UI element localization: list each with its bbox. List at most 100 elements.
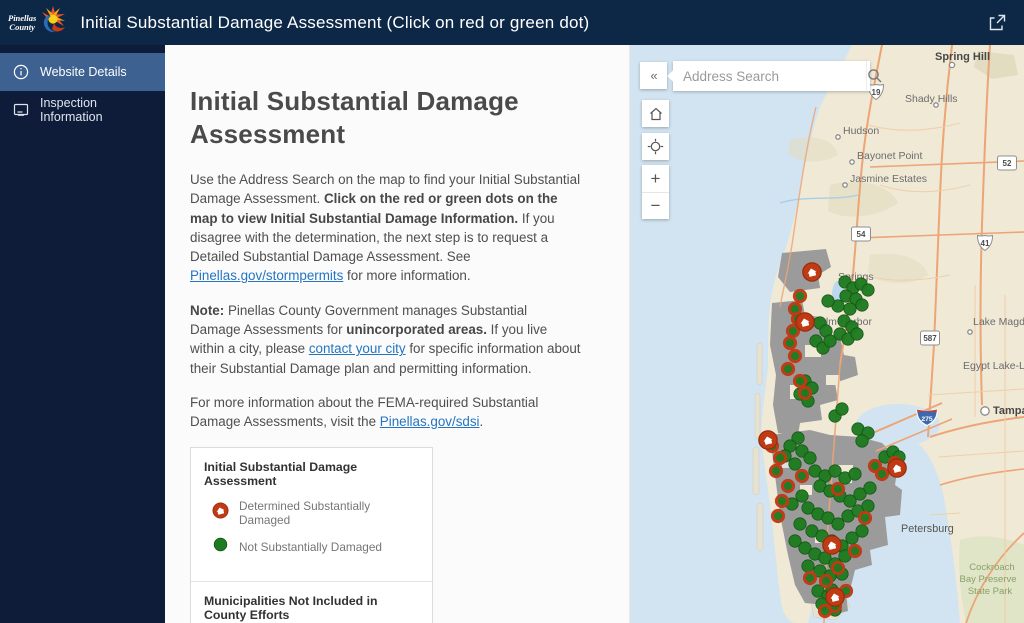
dot-determined-substantially-damaged[interactable]	[795, 312, 815, 332]
legend-section-title: Initial Substantial Damage Assessment	[204, 459, 358, 488]
map-label: Bayonet Point	[857, 150, 922, 162]
collapse-search-button[interactable]: «	[640, 62, 667, 89]
dot-not-substantially-damaged-ringed[interactable]	[797, 385, 813, 401]
route-shield-587: 587	[920, 330, 940, 346]
sidebar-item-label: Inspection Information	[40, 96, 103, 124]
page-title: Initial Substantial Damage Assessment (C…	[80, 12, 590, 32]
legend-section-title: Municipalities Not Included in County Ef…	[204, 593, 378, 622]
map-label: Egypt Lake-Leto	[963, 360, 1024, 372]
map-label: Spring Hill	[935, 51, 990, 63]
dot-not-substantially-damaged-ringed[interactable]	[794, 468, 810, 484]
app-header: Pinellas County Initial Substantial Dama…	[0, 0, 1024, 45]
dot-not-substantially-damaged-ringed[interactable]	[792, 288, 808, 304]
legend-item-label: Not Substantially Damaged	[239, 539, 382, 554]
route-shield-54: 54	[851, 226, 871, 242]
contact-your-city-link[interactable]: contact your city	[309, 341, 406, 356]
intro-paragraph: Use the Address Search on the map to fin…	[190, 172, 581, 284]
dot-not-substantially-damaged-ringed[interactable]	[792, 373, 808, 389]
dot-not-substantially-damaged[interactable]	[861, 283, 875, 297]
dot-not-substantially-damaged[interactable]	[850, 327, 864, 341]
dot-not-substantially-damaged-ringed[interactable]	[830, 481, 846, 497]
route-shield-52: 52	[997, 155, 1017, 171]
dot-not-substantially-damaged[interactable]	[861, 499, 875, 513]
dot-not-substantially-damaged[interactable]	[831, 517, 845, 531]
dot-not-substantially-damaged-ringed[interactable]	[780, 478, 796, 494]
sdsi-link[interactable]: Pinellas.gov/sdsi	[380, 414, 480, 429]
dot-not-substantially-damaged-ringed[interactable]	[768, 463, 784, 479]
home-icon	[649, 107, 662, 120]
zoom-controls: + −	[642, 165, 669, 219]
note-paragraph: Note: Pinellas County Government manages…	[190, 302, 581, 376]
dot-determined-substantially-damaged[interactable]	[758, 430, 778, 450]
map-city-dot	[948, 61, 956, 69]
dot-not-substantially-damaged[interactable]	[835, 402, 849, 416]
logo-text-line2: County	[9, 21, 35, 32]
dot-not-substantially-damaged-ringed[interactable]	[847, 543, 863, 559]
dot-determined-substantially-damaged[interactable]	[802, 262, 822, 282]
dot-not-substantially-damaged-ringed[interactable]	[780, 361, 796, 377]
dot-not-substantially-damaged[interactable]	[848, 467, 862, 481]
map-city-dot	[980, 406, 990, 416]
dot-determined-substantially-damaged[interactable]	[887, 458, 907, 478]
dot-not-substantially-damaged[interactable]	[855, 434, 869, 448]
svg-text:54: 54	[857, 230, 866, 239]
dot-not-substantially-damaged-ringed[interactable]	[830, 560, 846, 576]
dot-not-substantially-damaged-ringed[interactable]	[817, 603, 833, 619]
sun-logo-icon	[38, 4, 68, 41]
dot-not-substantially-damaged-ringed[interactable]	[787, 348, 803, 364]
sidebar-item-inspection-information[interactable]: Inspection Information	[0, 91, 165, 129]
locate-icon	[647, 138, 664, 155]
dot-not-substantially-damaged[interactable]	[788, 457, 802, 471]
dot-not-substantially-damaged[interactable]	[823, 334, 837, 348]
map-label: Bay Preserve	[959, 574, 1016, 585]
share-button[interactable]	[984, 10, 1010, 36]
sidebar-item-website-details[interactable]: Website Details	[0, 53, 165, 91]
dot-not-substantially-damaged-ringed[interactable]	[774, 493, 790, 509]
address-search-input[interactable]	[673, 68, 866, 84]
map-city-dot	[842, 182, 848, 188]
zoom-in-button[interactable]: +	[642, 165, 669, 192]
dot-not-substantially-damaged[interactable]	[803, 451, 817, 465]
map-city-dot	[967, 329, 973, 335]
address-search-box	[667, 61, 882, 91]
svg-text:41: 41	[981, 239, 990, 248]
map-city-dot	[849, 159, 855, 165]
search-button[interactable]	[866, 61, 883, 91]
dot-not-substantially-damaged[interactable]	[801, 559, 815, 573]
home-extent-button[interactable]	[642, 100, 669, 127]
dot-not-substantially-damaged[interactable]	[793, 517, 807, 531]
map-canvas[interactable]: 19525441587275Spring HillShady HillsHuds…	[630, 45, 1024, 623]
dot-not-substantially-damaged-ringed[interactable]	[770, 508, 786, 524]
svg-text:52: 52	[1003, 159, 1012, 168]
sidebar-nav: Website Details Inspection Information	[0, 45, 165, 623]
info-icon	[13, 64, 29, 80]
map-label: Tampa	[993, 405, 1024, 417]
map-label: State Park	[968, 586, 1013, 597]
dot-not-substantially-damaged-ringed[interactable]	[782, 335, 798, 351]
pinellas-county-logo: Pinellas County	[8, 4, 68, 41]
dot-not-substantially-damaged[interactable]	[843, 302, 857, 316]
details-panel: Initial Substantial Damage Assessment Us…	[165, 45, 630, 623]
dot-not-substantially-damaged-ringed[interactable]	[818, 573, 834, 589]
damaged-marker-icon	[212, 502, 229, 524]
dot-not-substantially-damaged-ringed[interactable]	[772, 450, 788, 466]
svg-text:275: 275	[921, 416, 933, 423]
map-label: Petersburg	[901, 523, 954, 535]
stormpermits-link[interactable]: Pinellas.gov/stormpermits	[190, 268, 343, 283]
map-city-dot	[835, 134, 841, 140]
dot-not-substantially-damaged[interactable]	[821, 294, 835, 308]
dot-determined-substantially-damaged[interactable]	[825, 587, 845, 607]
dot-not-substantially-damaged[interactable]	[855, 524, 869, 538]
dot-not-substantially-damaged[interactable]	[795, 489, 809, 503]
dot-not-substantially-damaged[interactable]	[863, 481, 877, 495]
zoom-out-button[interactable]: −	[642, 192, 669, 219]
inspection-window-icon	[13, 102, 29, 118]
dot-not-substantially-damaged-ringed[interactable]	[802, 570, 818, 586]
dot-determined-substantially-damaged[interactable]	[822, 535, 842, 555]
locate-button[interactable]	[642, 133, 669, 160]
dot-not-substantially-damaged-ringed[interactable]	[857, 510, 873, 526]
map-label: Shady Hills	[905, 93, 958, 105]
legend-item-not-damaged: Not Substantially Damaged	[212, 536, 419, 558]
dot-not-substantially-damaged-ringed[interactable]	[874, 466, 890, 482]
dot-not-substantially-damaged[interactable]	[855, 298, 869, 312]
